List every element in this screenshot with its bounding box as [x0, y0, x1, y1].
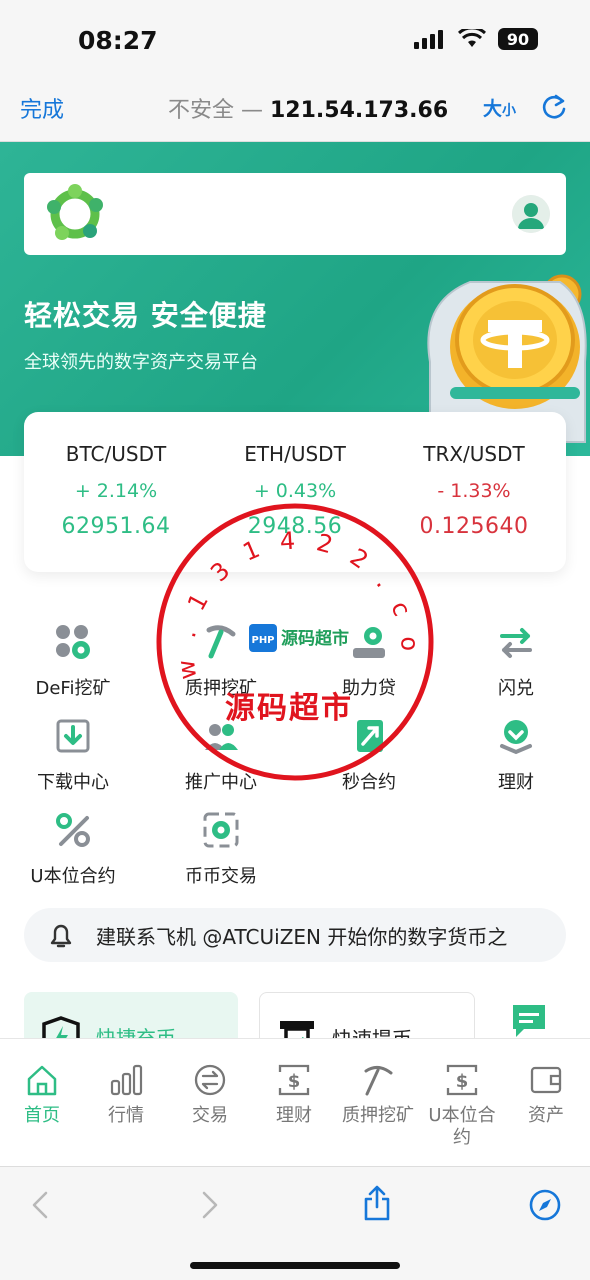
pickaxe-icon [206, 625, 236, 659]
feature-label: 秒合约 [342, 772, 396, 793]
ticker-pair: TRX/USDT [423, 442, 525, 466]
wallet-icon [530, 1066, 562, 1094]
feature-label: 助力贷 [342, 678, 396, 699]
text-size-big-label: 大 [483, 98, 503, 120]
ticker-change: + 2.14% [74, 480, 158, 502]
home-indicator [190, 1262, 400, 1269]
ticker-change: - 1.33% [437, 480, 511, 502]
app-logo-icon [47, 184, 103, 240]
hero-title: 轻松交易 安全便捷 [24, 299, 267, 332]
ticker-trx[interactable]: TRX/USDT - 1.33% 0.125640 [384, 442, 564, 539]
share-icon[interactable] [362, 1183, 392, 1223]
coin-exchange-icon [203, 812, 239, 848]
feature-label: 币币交易 [185, 866, 257, 887]
announcement-bar[interactable]: 建联系飞机 @ATCUiZEN 开始你的数字货币之 [24, 908, 566, 962]
url-display[interactable]: 不安全 — 121.54.173.66 [168, 92, 448, 124]
url-host: 121.54.173.66 [270, 98, 449, 123]
tab-label: 行情 [108, 1105, 144, 1126]
hero-subtitle: 全球领先的数字资产交易平台 [24, 352, 258, 373]
feature-second-contract[interactable]: 秒合约 [299, 714, 439, 794]
back-icon[interactable] [28, 1187, 52, 1223]
exchange-icon [194, 1064, 226, 1096]
done-button[interactable]: 完成 [20, 92, 64, 124]
chat-icon[interactable] [510, 1002, 548, 1040]
bell-icon [50, 924, 72, 948]
reload-icon[interactable] [540, 92, 568, 122]
tab-assets[interactable]: 资产 [504, 1061, 588, 1127]
feature-staking-mining[interactable]: 质押挖矿 [151, 620, 291, 700]
finance-icon [500, 720, 532, 755]
bottom-tab-bar: 首页 行情 交易 $ 理财 质押挖矿 $ U本位合约 资产 [0, 1038, 590, 1166]
tab-market[interactable]: 行情 [84, 1061, 168, 1127]
tab-finance[interactable]: $ 理财 [252, 1061, 336, 1127]
tab-label: U本位合约 [428, 1105, 496, 1148]
download-icon [56, 719, 90, 753]
status-icons: 90 [414, 28, 538, 50]
insecure-label: 不安全 — [168, 98, 263, 123]
svg-text:$: $ [288, 1071, 301, 1092]
ticker-price: 62951.64 [61, 514, 171, 539]
bar-chart-icon [110, 1064, 143, 1096]
tab-home[interactable]: 首页 [0, 1061, 84, 1127]
ticker-eth[interactable]: ETH/USDT + 0.43% 2948.56 [205, 442, 385, 539]
compass-icon[interactable] [528, 1187, 562, 1223]
finance-dollar-icon: $ [278, 1064, 310, 1096]
svg-text:$: $ [456, 1071, 469, 1092]
feature-label: 下载中心 [37, 772, 109, 793]
contract-dollar-icon: $ [446, 1064, 478, 1096]
defi-mining-icon [56, 625, 90, 659]
ticker-price: 0.125640 [419, 514, 529, 539]
ticker-price: 2948.56 [247, 514, 343, 539]
text-size-small-label: 小 [502, 103, 517, 119]
tab-label: 理财 [276, 1105, 312, 1126]
tab-label: 交易 [192, 1105, 228, 1126]
feature-label: 闪兑 [498, 678, 534, 699]
tab-label: 质押挖矿 [342, 1105, 414, 1126]
battery-indicator: 90 [498, 28, 538, 50]
status-time: 08:27 [78, 26, 158, 55]
swap-arrows-icon [500, 628, 532, 658]
hero-banner: 轻松交易 安全便捷 全球领先的数字资产交易平台 [0, 142, 590, 456]
cellular-signal-icon [414, 30, 443, 49]
feature-download-center[interactable]: 下载中心 [3, 714, 143, 794]
feature-assist-loan[interactable]: 助力贷 [299, 620, 439, 700]
browser-address-bar: 完成 不安全 — 121.54.173.66 大小 [0, 78, 590, 142]
feature-label: 理财 [498, 772, 534, 793]
users-icon [205, 724, 238, 750]
tab-u-contract[interactable]: $ U本位合约 [420, 1061, 504, 1149]
forward-icon[interactable] [198, 1187, 222, 1223]
feature-promotion-center[interactable]: 推广中心 [151, 714, 291, 794]
tab-staking[interactable]: 质押挖矿 [336, 1061, 420, 1127]
text-size-button[interactable]: 大小 [483, 94, 516, 121]
feature-label: 质押挖矿 [185, 678, 257, 699]
tab-label: 首页 [24, 1105, 60, 1126]
wifi-icon [458, 29, 486, 47]
contract-icon [357, 720, 383, 752]
tab-trade[interactable]: 交易 [168, 1061, 252, 1127]
market-ticker-card: BTC/USDT + 2.14% 62951.64 ETH/USDT + 0.4… [24, 412, 566, 572]
announcement-text: 建联系飞机 @ATCUiZEN 开始你的数字货币之 [96, 925, 508, 949]
feature-flash-swap[interactable]: 闪兑 [446, 620, 586, 700]
feature-u-contract[interactable]: U本位合约 [3, 808, 143, 888]
ticker-pair: BTC/USDT [65, 442, 167, 466]
ticker-change: + 0.43% [253, 480, 337, 502]
ticker-btc[interactable]: BTC/USDT + 2.14% 62951.64 [26, 442, 206, 539]
pickaxe-icon [364, 1066, 393, 1096]
status-bar: 08:27 90 [0, 0, 590, 78]
home-icon [27, 1065, 57, 1096]
ticker-pair: ETH/USDT [244, 442, 346, 466]
feature-finance[interactable]: 理财 [446, 714, 586, 794]
loan-icon [353, 627, 385, 658]
feature-label: 推广中心 [185, 772, 257, 793]
feature-label: DeFi挖矿 [35, 678, 111, 699]
feature-coin-trading[interactable]: 币币交易 [151, 808, 291, 888]
user-avatar-icon[interactable] [512, 195, 550, 233]
percent-icon [56, 813, 90, 847]
feature-label: U本位合约 [30, 866, 116, 887]
tab-label: 资产 [528, 1105, 564, 1126]
feature-defi-mining[interactable]: DeFi挖矿 [3, 620, 143, 700]
